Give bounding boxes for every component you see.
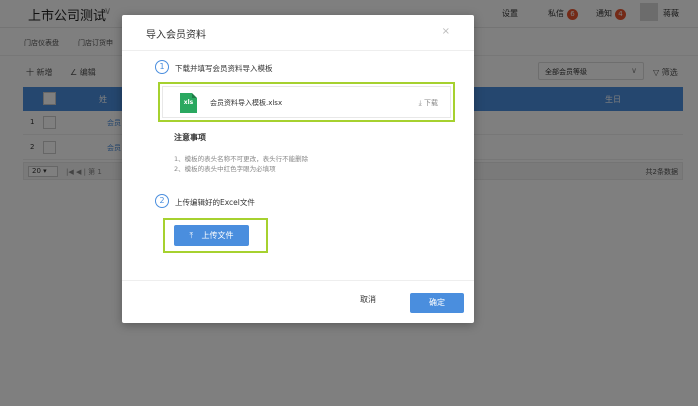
note-line: 1、模板的表头名称不可更改，表头行不能删除 xyxy=(174,155,309,163)
download-button[interactable]: ⤓ 下载 xyxy=(419,98,438,108)
file-fold xyxy=(192,93,197,98)
excel-file-icon: xls xyxy=(180,93,197,113)
upload-file-label: 上传文件 xyxy=(201,231,234,240)
excel-file-icon-label: xls xyxy=(183,99,194,106)
upload-icon: ⤒ xyxy=(189,231,193,240)
cancel-button[interactable]: 取消 xyxy=(360,294,376,305)
upload-highlight: ⤒ 上传文件 xyxy=(163,218,268,253)
step-1-badge: 1 xyxy=(155,60,169,74)
upload-file-button[interactable]: ⤒ 上传文件 xyxy=(174,225,249,246)
note-line: 2、模板的表头中红色字眼为必填项 xyxy=(174,165,276,173)
step-2-text: 上传编辑好的Excel文件 xyxy=(175,198,255,207)
template-file-card: xls 会员资料导入模板.xlsx ⤓ 下载 xyxy=(162,86,451,118)
dialog-title: 导入会员资料 xyxy=(146,30,206,41)
close-icon[interactable]: × xyxy=(442,26,450,37)
step-1-text: 下载并填写会员资料导入模板 xyxy=(175,64,273,73)
dialog-header: 导入会员资料 × xyxy=(122,15,474,51)
import-members-dialog: 导入会员资料 × 1 下载并填写会员资料导入模板 xls 会员资料导入模板.xl… xyxy=(122,15,474,323)
step-2-badge: 2 xyxy=(155,194,169,208)
template-highlight: xls 会员资料导入模板.xlsx ⤓ 下载 xyxy=(158,82,455,122)
confirm-button[interactable]: 确定 xyxy=(410,293,464,313)
template-file-name: 会员资料导入模板.xlsx xyxy=(210,99,283,107)
dialog-footer: 取消 确定 xyxy=(122,280,474,323)
notes-title: 注意事项 xyxy=(174,133,206,142)
